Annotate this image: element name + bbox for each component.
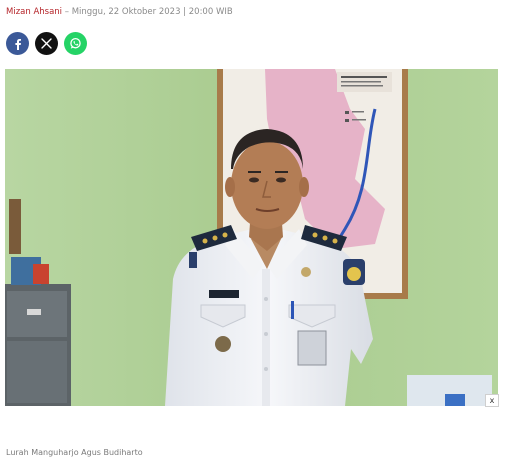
photo-caption: Lurah Manguharjo Agus Budiharto [6, 448, 143, 457]
author-link[interactable]: Mizan Ahsani [6, 7, 62, 17]
x-icon [41, 38, 52, 49]
photo-illustration [5, 69, 498, 406]
whatsapp-share-button[interactable] [64, 32, 87, 55]
article-byline: Mizan Ahsani – Minggu, 22 Oktober 2023 |… [6, 6, 233, 18]
publish-date: – Minggu, 22 Oktober 2023 | 20:00 WIB [62, 7, 233, 17]
facebook-icon [14, 38, 21, 50]
facebook-share-button[interactable] [6, 32, 29, 55]
close-ad-button[interactable]: x [485, 394, 499, 407]
share-bar [6, 32, 87, 55]
whatsapp-icon [70, 37, 81, 49]
x-share-button[interactable] [35, 32, 58, 55]
article-photo [5, 69, 498, 406]
